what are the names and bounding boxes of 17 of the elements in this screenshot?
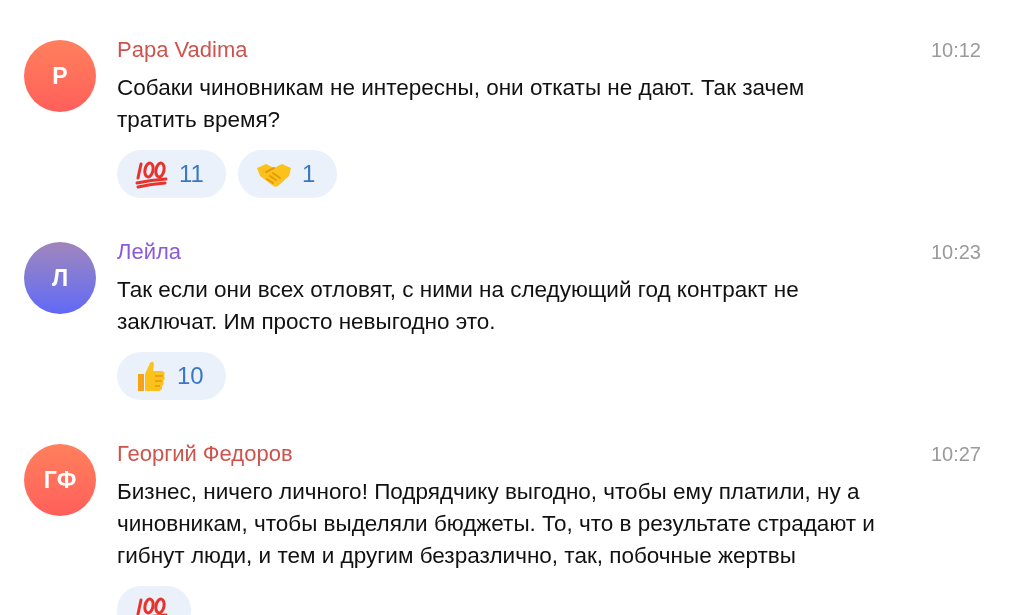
author-name[interactable]: Лейла bbox=[117, 238, 910, 266]
avatar[interactable]: ГФ bbox=[24, 444, 96, 516]
message-text: Бизнес, ничего личного! Подрядчику выгодно, чтобы ему платили, ну а чиновникам, чтобы выделяли бюджеты. То, что в результате страдают и гибнут люди, и тем и другим безразлично, так, побочные жертвы bbox=[117, 478, 876, 570]
author-name[interactable]: Papa Vadima bbox=[117, 36, 910, 64]
message-time: 10:23 bbox=[930, 240, 981, 265]
reaction-button[interactable]: 1 bbox=[237, 150, 338, 198]
thumbs-up-icon bbox=[135, 359, 167, 393]
avatar[interactable]: Л bbox=[24, 242, 96, 314]
avatar[interactable]: P bbox=[24, 40, 96, 112]
message-text: Собаки чиновникам не интересны, они откаты не дают. Так зачем тратить время? bbox=[117, 74, 806, 134]
hundred-points-icon bbox=[135, 159, 169, 189]
message-text: Так если они всех отловят, с ними на следующий год контракт не заключат. Им просто невыгодно это. bbox=[117, 276, 800, 336]
author-name[interactable]: Георгий Федоров bbox=[117, 440, 910, 468]
message-time: 10:27 bbox=[930, 442, 981, 467]
reaction-button[interactable]: 11 bbox=[117, 150, 226, 198]
message-time: 10:12 bbox=[930, 38, 981, 63]
reaction-button[interactable]: 10 bbox=[117, 352, 226, 400]
